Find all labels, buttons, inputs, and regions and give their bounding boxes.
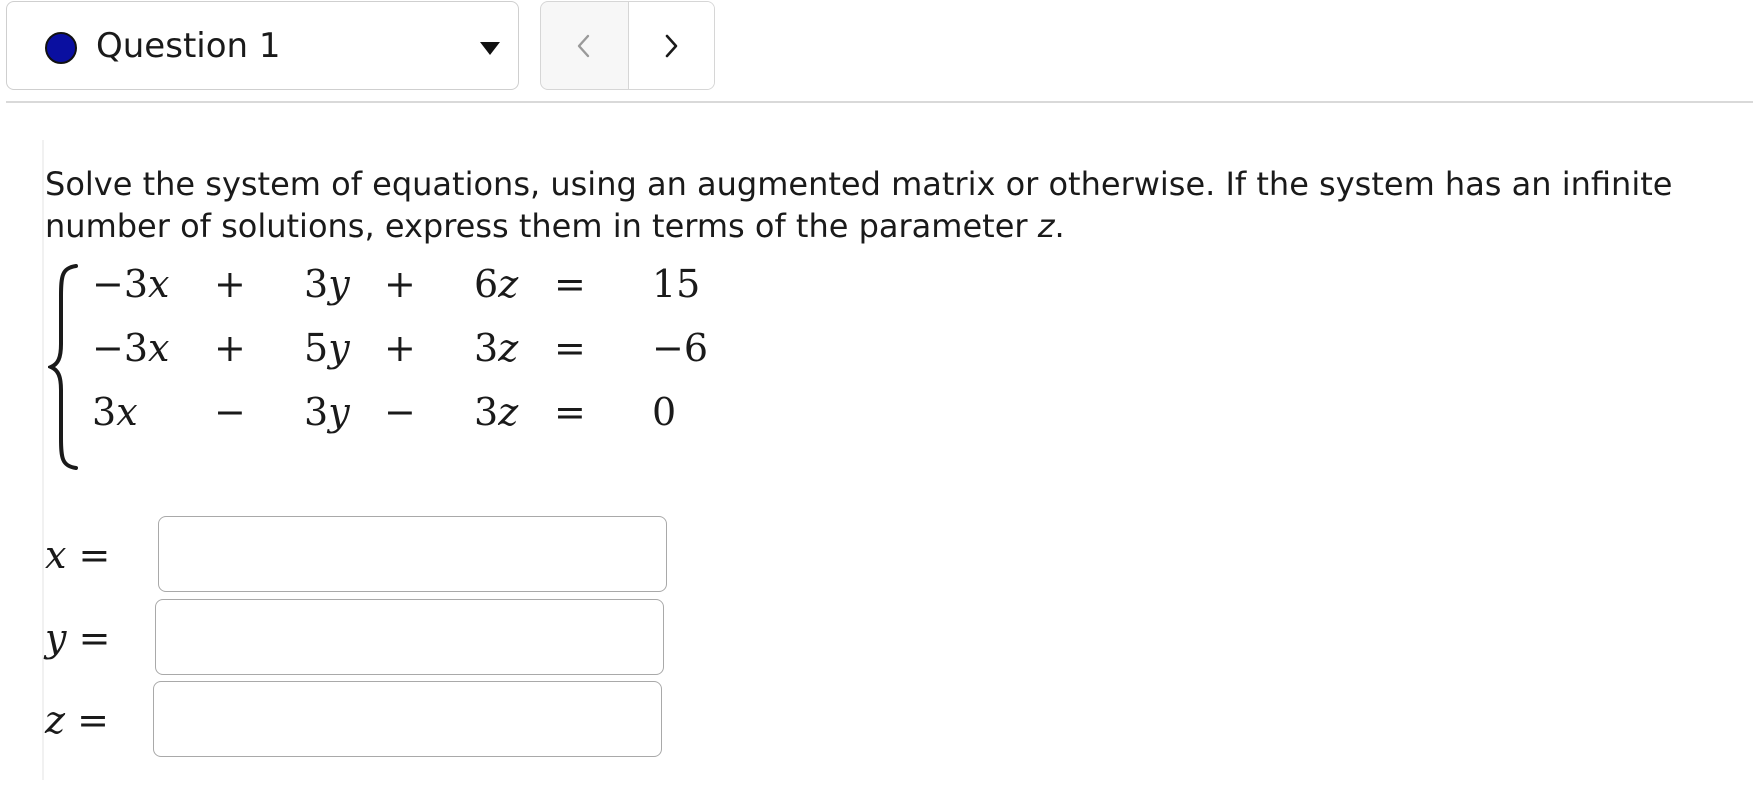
eq-row-1-rhs: 15 bbox=[652, 262, 701, 306]
eq-row-2-op-2: + bbox=[384, 326, 416, 370]
question-selector-dropdown[interactable]: Question 1 bbox=[6, 1, 519, 90]
eq-row-3-term-z: 3z bbox=[474, 390, 519, 434]
eq-row-2-term-x: −3x bbox=[92, 326, 170, 370]
eq-row-2-rhs: −6 bbox=[652, 326, 709, 370]
answer-y-label: y = bbox=[45, 616, 111, 660]
eq-row-3-op-2: − bbox=[384, 390, 416, 434]
prompt-parameter: z bbox=[1037, 207, 1055, 245]
eq-row-2-term-z: 3z bbox=[474, 326, 519, 370]
eq-row-1-term-x: −3x bbox=[92, 262, 170, 306]
question-panel-edge bbox=[42, 140, 44, 780]
chevron-right-icon bbox=[665, 34, 678, 57]
question-nav-group bbox=[540, 1, 715, 90]
question-prompt: Solve the system of equations, using an … bbox=[45, 163, 1745, 247]
question-selector-label: Question 1 bbox=[96, 26, 281, 66]
answer-x-label: x = bbox=[45, 533, 111, 577]
previous-question-button[interactable] bbox=[541, 2, 628, 89]
eq-row-3-term-x: 3x bbox=[92, 390, 138, 434]
eq-row-1-op-2: + bbox=[384, 262, 416, 306]
eq-row-1-term-z: 6z bbox=[474, 262, 519, 306]
left-brace-icon bbox=[48, 264, 78, 470]
answer-y-input[interactable] bbox=[155, 599, 664, 675]
eq-row-2-equals: = bbox=[554, 326, 586, 370]
eq-row-1-term-y: 3y bbox=[304, 262, 350, 306]
eq-row-1-equals: = bbox=[554, 262, 586, 306]
question-status-dot bbox=[45, 32, 77, 64]
chevron-left-icon bbox=[578, 34, 590, 57]
eq-row-1-op-1: + bbox=[214, 262, 246, 306]
next-question-button[interactable] bbox=[627, 2, 714, 89]
prompt-text: Solve the system of equations, using an … bbox=[45, 165, 1673, 245]
answer-x-input[interactable] bbox=[158, 516, 667, 592]
prompt-end: . bbox=[1054, 207, 1065, 245]
eq-row-2-op-1: + bbox=[214, 326, 246, 370]
caret-down-icon bbox=[480, 42, 500, 55]
eq-row-2-term-y: 5y bbox=[304, 326, 350, 370]
eq-row-3-term-y: 3y bbox=[304, 390, 350, 434]
eq-row-3-equals: = bbox=[554, 390, 586, 434]
equation-system: −3x + 3y + 6z = 15 −3x + 5y + 3z = −6 3x… bbox=[48, 262, 728, 472]
eq-row-3-rhs: 0 bbox=[652, 390, 677, 434]
header-divider bbox=[6, 101, 1753, 103]
answer-z-label: z = bbox=[45, 698, 109, 742]
eq-row-3-op-1: − bbox=[214, 390, 246, 434]
answer-z-input[interactable] bbox=[153, 681, 662, 757]
